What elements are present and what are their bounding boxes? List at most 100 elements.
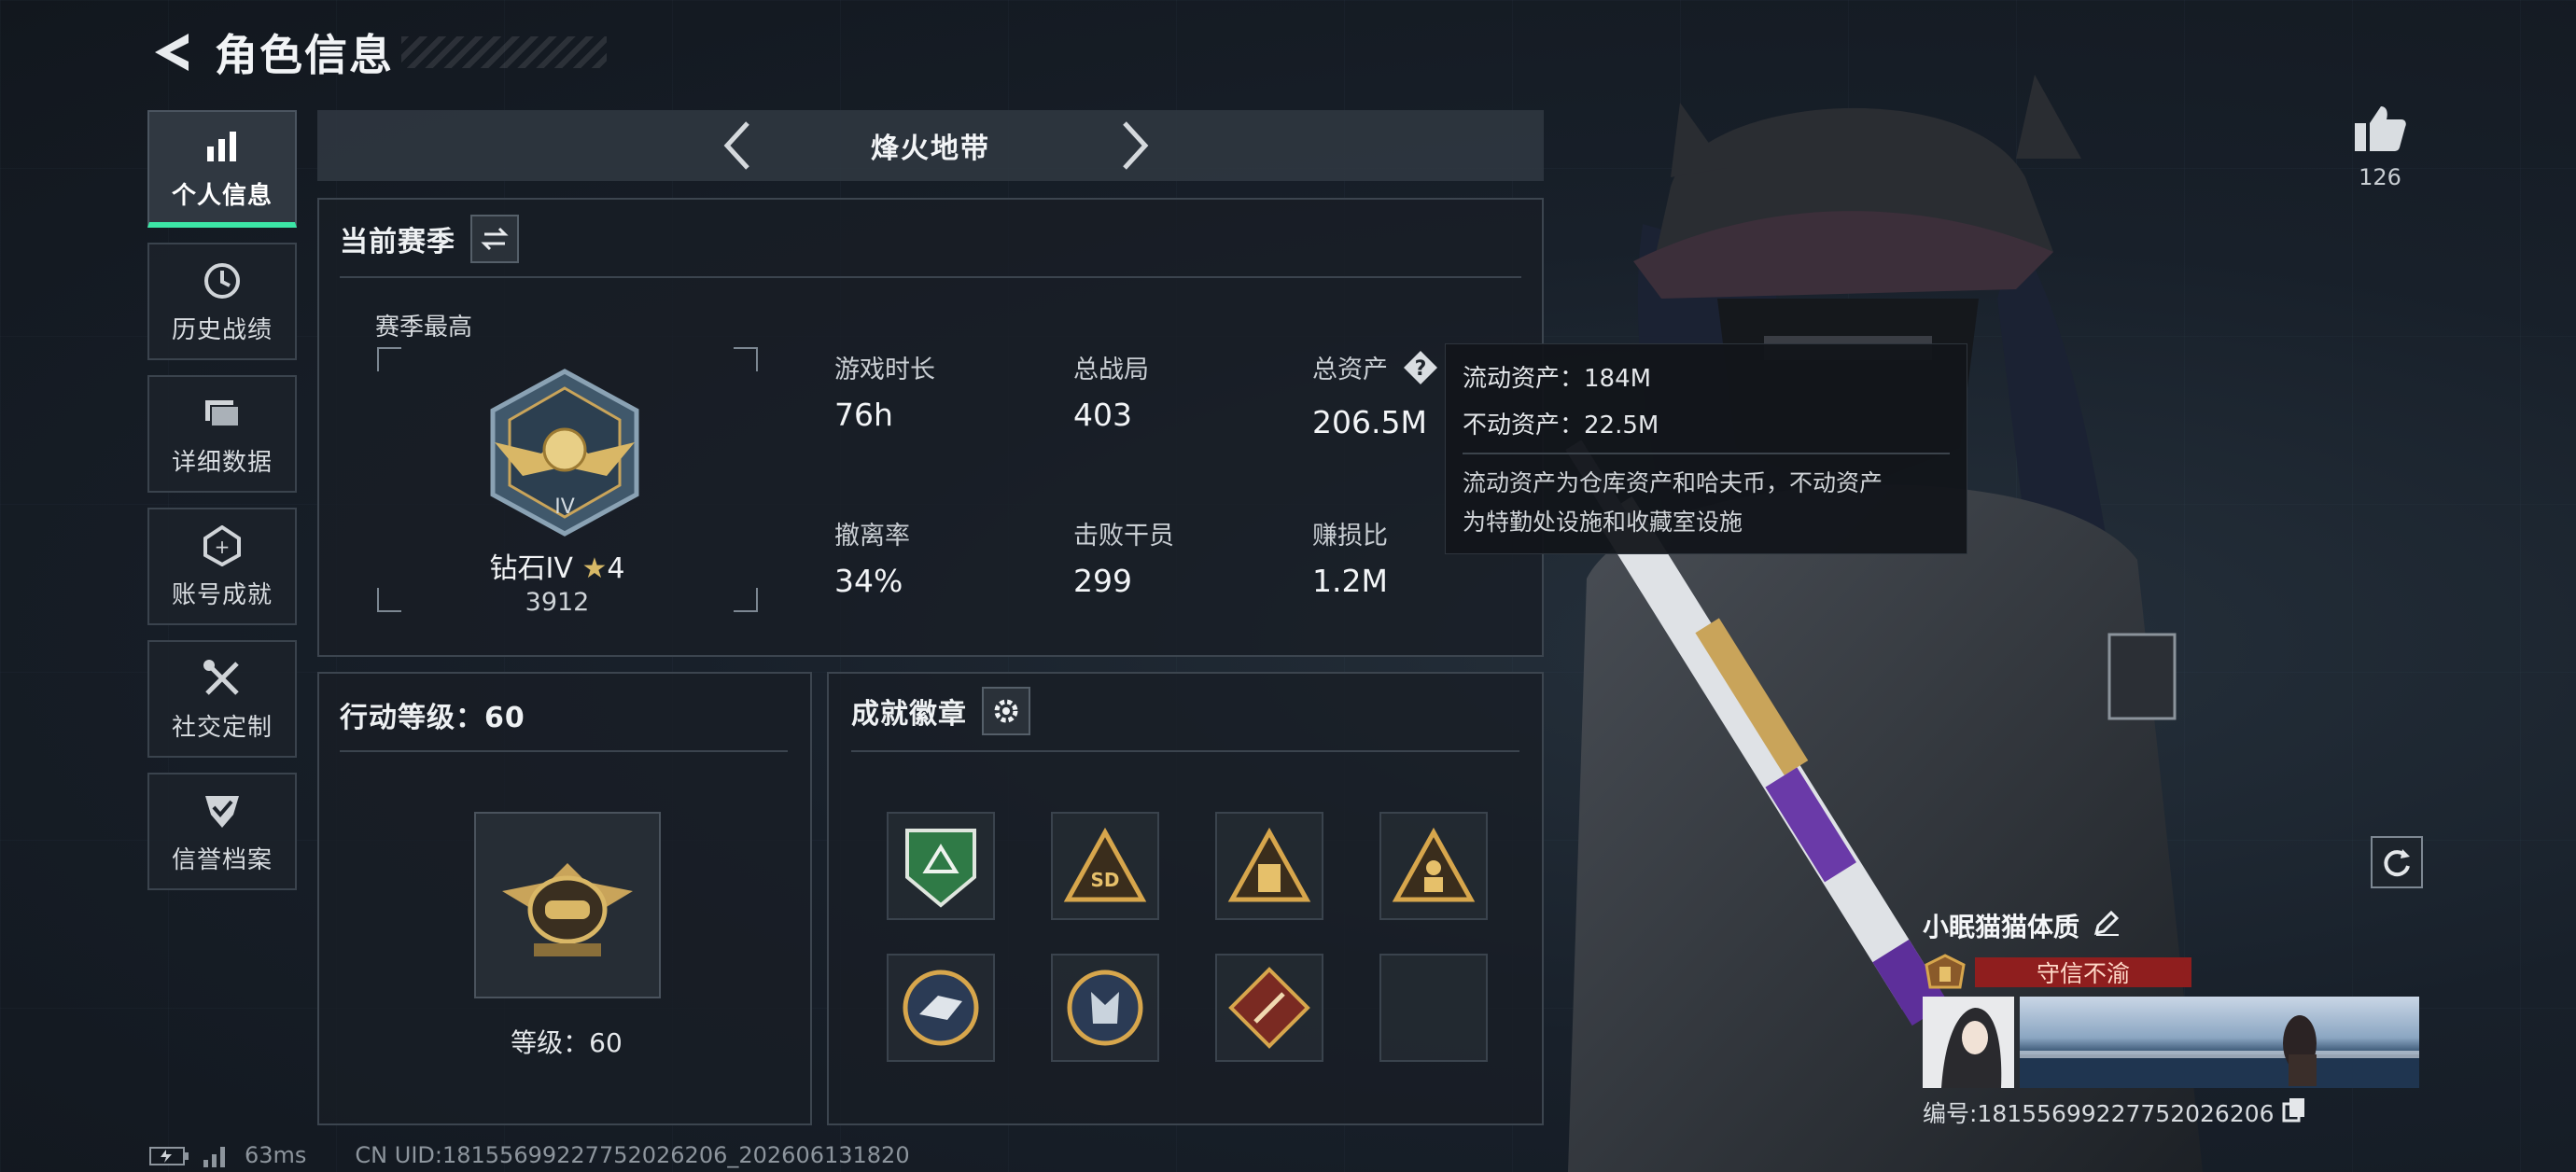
- tooltip-fixed-assets: 不动资产：22.5M: [1463, 412, 1659, 440]
- pencil-icon: [2093, 910, 2120, 936]
- rank-emblem: IV: [476, 364, 653, 545]
- like-button[interactable]: 126: [2350, 103, 2410, 190]
- back-arrow-icon: [155, 34, 189, 71]
- stat-operators-defeated: 击败干员 299: [1073, 515, 1174, 599]
- green-shield-badge-icon: [905, 829, 976, 908]
- sidebar-item-label: 个人信息: [171, 181, 273, 210]
- copy-icon: [2282, 1098, 2304, 1123]
- avatar[interactable]: [1923, 997, 2014, 1088]
- stat-total-matches: 总战局 403: [1073, 349, 1149, 433]
- divider: [851, 750, 1519, 752]
- tooltip-desc-1: 流动资产为仓库资产和哈夫币，不动资产: [1463, 469, 1883, 496]
- badge-slot[interactable]: [1379, 812, 1488, 920]
- sidebar-item-detailed-data[interactable]: 详细数据: [147, 375, 297, 493]
- ping-value: 63ms: [245, 1142, 307, 1168]
- season-switch-button[interactable]: [470, 215, 519, 263]
- card-images: [1923, 997, 2427, 1088]
- player-id: 编号:18155699227752026206: [1923, 1100, 2275, 1127]
- badges-title: 成就徽章: [851, 698, 967, 731]
- refresh-button[interactable]: [2371, 836, 2423, 888]
- thumbs-up-icon: [2355, 106, 2406, 151]
- assets-tooltip: 流动资产：184M 不动资产：22.5M 流动资产为仓库资产和哈夫币，不动资产 …: [1445, 343, 1967, 554]
- tooltip-liquid-assets: 流动资产：184M: [1463, 365, 1652, 393]
- sidebar-item-label: 详细数据: [171, 448, 273, 477]
- badge-slot-empty[interactable]: [1379, 954, 1488, 1062]
- tools-icon: [202, 656, 243, 701]
- eagle-round-badge-icon: [903, 970, 979, 1046]
- badge-slot[interactable]: [887, 954, 995, 1062]
- reputation-emblem-icon: [1925, 954, 1966, 989]
- sidebar-item-label: 历史战绩: [171, 315, 273, 344]
- sidebar-item-reputation[interactable]: 信誉档案: [147, 773, 297, 890]
- stat-value: 299: [1073, 563, 1132, 599]
- shield-check-icon: [202, 788, 243, 833]
- chevron-left-icon: [723, 121, 749, 170]
- rank-score: 3912: [525, 588, 590, 617]
- battery-icon: [149, 1147, 189, 1165]
- sidebar: 个人信息 历史战绩 详细数据 + 账号成就 社交定制 信誉档案: [147, 110, 299, 905]
- help-icon[interactable]: ?: [1402, 349, 1439, 393]
- uid-text: CN UID:18155699227752026206_202606131820: [355, 1142, 910, 1168]
- stat-value: 76h: [834, 397, 893, 433]
- stat-label: 总资产 ?: [1312, 349, 1439, 393]
- tooltip-desc-2: 为特勤处设施和收藏室设施: [1463, 509, 1743, 536]
- signal-icon: [203, 1147, 225, 1167]
- sidebar-item-history[interactable]: 历史战绩: [147, 243, 297, 360]
- back-button[interactable]: [149, 26, 194, 78]
- rank-stars: 4: [607, 552, 625, 585]
- mode-prev-button[interactable]: [709, 118, 765, 174]
- page-header: 角色信息: [149, 22, 607, 82]
- stat-label: 撤离率: [834, 522, 910, 551]
- stat-label: 赚损比: [1312, 522, 1388, 551]
- svg-text:IV: IV: [554, 495, 575, 519]
- badge-slot[interactable]: [1215, 812, 1323, 920]
- stat-label: 总战局: [1073, 356, 1149, 384]
- profile-banner[interactable]: [2020, 997, 2419, 1088]
- badge-slot[interactable]: [1215, 954, 1323, 1062]
- copy-id-button[interactable]: [2282, 1096, 2306, 1128]
- clock-icon: [202, 258, 243, 303]
- status-footer: 63ms CN UID:18155699227752026206_2026061…: [149, 1142, 910, 1168]
- badge-slot[interactable]: [1051, 954, 1159, 1062]
- player-name: 小眠猫猫体质: [1923, 912, 2080, 942]
- edit-name-button[interactable]: [2093, 909, 2121, 943]
- badges-panel: 成就徽章 SD: [827, 672, 1544, 1125]
- reputation-row: 守信不渝: [1923, 954, 2427, 991]
- stat-play-time: 游戏时长 76h: [834, 349, 935, 433]
- sidebar-item-label: 账号成就: [171, 580, 273, 609]
- action-level-panel: 行动等级：60 等级：60: [317, 672, 812, 1125]
- stat-value: 403: [1073, 397, 1132, 433]
- mode-selector: 烽火地带: [317, 110, 1544, 181]
- bar-chart-icon: [203, 124, 241, 169]
- divider: [340, 276, 1521, 278]
- sidebar-item-personal-info[interactable]: 个人信息: [147, 110, 297, 228]
- rank-line: 钻石IV ★4: [375, 545, 739, 586]
- gear-icon: [994, 699, 1018, 723]
- sidebar-item-label: 信誉档案: [171, 845, 273, 874]
- figure-triangle-badge-icon: [1392, 827, 1476, 902]
- folder-icon: [202, 391, 243, 436]
- badge-slot[interactable]: [887, 812, 995, 920]
- wolf-round-badge-icon: [1067, 970, 1143, 1046]
- sd-triangle-badge-icon: SD: [1063, 827, 1147, 902]
- player-id-row: 编号:18155699227752026206: [1923, 1095, 2427, 1129]
- season-best-label: 赛季最高: [375, 314, 473, 342]
- refresh-icon: [2384, 849, 2410, 877]
- stat-value: 34%: [834, 563, 903, 599]
- action-level-title: 行动等级：60: [340, 702, 525, 734]
- sidebar-item-achievements[interactable]: + 账号成就: [147, 508, 297, 625]
- tower-triangle-badge-icon: [1227, 827, 1311, 902]
- title-decoration: [401, 36, 607, 68]
- reputation-tag: 守信不渝: [1975, 957, 2191, 987]
- stat-profit-ratio: 赚损比 1.2M: [1312, 515, 1388, 599]
- stat-extract-rate: 撤离率 34%: [834, 515, 910, 599]
- svg-text:?: ?: [1414, 357, 1426, 381]
- stat-value: 1.2M: [1312, 563, 1388, 599]
- mode-next-button[interactable]: [1107, 118, 1163, 174]
- svg-text:SD: SD: [1090, 869, 1119, 891]
- badge-slot[interactable]: SD: [1051, 812, 1159, 920]
- medal-icon: +: [202, 523, 243, 568]
- sidebar-item-social[interactable]: 社交定制: [147, 640, 297, 758]
- swap-icon: [481, 227, 509, 251]
- badges-settings-button[interactable]: [982, 687, 1030, 735]
